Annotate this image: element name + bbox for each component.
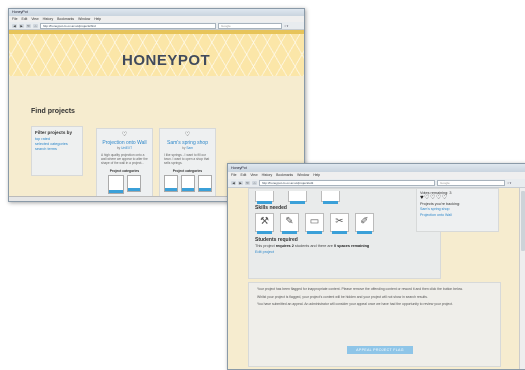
scrollbar-thumb[interactable] [521, 191, 525, 251]
skill-projector-icon[interactable]: ▭ [305, 213, 324, 234]
students-required-count: requires 2 [275, 244, 294, 248]
project-card[interactable]: ♡ Projection onto Wall by UniEXT A high … [96, 128, 153, 197]
students-summary: This project requires 2 students and the… [255, 244, 434, 248]
category-thumbnails [97, 174, 152, 194]
search-input[interactable]: Google [218, 22, 282, 29]
flag-hidden-message: Whilst your project is flagged, your pro… [257, 294, 428, 299]
categories-label: Project categories [109, 168, 140, 173]
back-icon[interactable]: ◀ [12, 23, 17, 28]
category-thumbnail[interactable] [108, 174, 124, 194]
skill-hammer-icon[interactable]: ⚒ [255, 213, 274, 234]
address-bar[interactable]: http://honeypot.cs.ox.ac.uk/project/edit [259, 180, 435, 186]
author-link[interactable]: UniEXT [121, 146, 132, 150]
flag-notice-panel: Your project has been flagged for inappr… [248, 282, 501, 367]
by-label: by [182, 146, 186, 150]
appeal-submitted-message: You have submitted an appeal. An adminis… [257, 302, 453, 307]
menu-bar: File Edit View History Bookmarks Window … [228, 172, 525, 179]
category-thumbnails [160, 174, 215, 192]
menu-edit[interactable]: Edit [21, 16, 27, 22]
page-content: Skills needed ⚒ ✎ ▭ ✂ ✐ Students require… [228, 188, 525, 369]
menu-view[interactable]: View [250, 172, 257, 179]
category-thumbnail[interactable] [197, 174, 212, 192]
home-icon[interactable]: ⌂ [252, 181, 257, 185]
filter-panel: Filter projects by top rated selected ca… [31, 126, 83, 176]
search-input[interactable]: Google [437, 180, 505, 186]
menu-file[interactable]: File [12, 16, 17, 22]
browser-window-project: HoneyPot File Edit View History Bookmark… [227, 163, 525, 370]
spaces-remaining: 0 spaces remaining [333, 244, 370, 248]
navigation-bar: ◀ ▶ ↻ ⌂ http://honeypot.cs.ox.ac.uk/proj… [228, 179, 525, 188]
category-thumbnail[interactable] [163, 174, 178, 192]
category-thumbnail[interactable] [127, 174, 141, 192]
category-thumbnail[interactable] [321, 191, 340, 204]
voting-sidebar: Votes remaining: 3 ♥♡♡♡♡ Projects you're… [416, 188, 499, 232]
category-thumbnail[interactable] [288, 191, 307, 204]
reload-icon[interactable]: ↻ [26, 23, 31, 28]
appeal-flag-button[interactable]: APPEAL PROJECT FLAG [347, 346, 413, 354]
window-title: HoneyPot [9, 9, 304, 16]
forward-icon[interactable]: ▶ [238, 181, 243, 185]
skills-list: ⚒ ✎ ▭ ✂ ✐ [255, 213, 434, 234]
students-text-mid: students and there are [294, 244, 333, 248]
backing-link-projection[interactable]: Projection onto Wall [420, 212, 495, 218]
menu-edit[interactable]: Edit [240, 172, 246, 179]
category-thumbnail[interactable] [255, 191, 274, 204]
bookmark-icon[interactable]: ☆▾ [284, 24, 288, 28]
menu-help[interactable]: Help [94, 16, 101, 22]
skill-paint-icon[interactable]: ✎ [280, 213, 299, 234]
vertical-scrollbar[interactable] [519, 188, 525, 369]
category-thumbnail[interactable] [180, 174, 195, 192]
heart-icon[interactable]: ♡ [97, 132, 152, 139]
heart-icon[interactable]: ♡ [160, 132, 215, 139]
menu-bookmarks[interactable]: Bookmarks [57, 16, 74, 22]
navigation-bar: ◀ ▶ ↻ ⌂ http://honeypot.cs.ox.ac.uk/proj… [9, 22, 304, 30]
filter-link-search-terms[interactable]: search terms [35, 147, 79, 152]
project-description: A high quality projection onto a wall wh… [101, 153, 148, 166]
menu-file[interactable]: File [231, 172, 236, 179]
by-label: by [116, 146, 121, 150]
project-description: I like springs - I want to fill our town… [164, 153, 210, 166]
skill-tools-icon[interactable]: ✂ [330, 213, 349, 234]
address-bar[interactable]: http://honeypot.cs.ox.ac.uk/projects/fin… [40, 22, 216, 29]
skills-heading: Skills needed [255, 205, 287, 211]
page-title: Find projects [31, 108, 75, 115]
students-heading: Students required [255, 237, 298, 243]
vote-hearts-icon: ♥♡♡♡♡ [420, 195, 448, 201]
filter-heading: Filter projects by [35, 130, 73, 135]
menu-window[interactable]: Window [78, 16, 90, 22]
categories-label: Project categories [172, 168, 203, 173]
window-title: HoneyPot [228, 164, 525, 172]
menu-history[interactable]: History [43, 16, 54, 22]
forward-icon[interactable]: ▶ [19, 23, 24, 28]
project-card[interactable]: ♡ Sam's spring shop by Sam I like spring… [159, 128, 216, 197]
menu-window[interactable]: Window [297, 172, 309, 179]
author-link[interactable]: Sam [186, 146, 193, 150]
category-thumbnails [255, 191, 434, 204]
bookmark-icon[interactable]: ☆▾ [507, 181, 511, 185]
home-icon[interactable]: ⌂ [33, 23, 38, 28]
menu-bookmarks[interactable]: Bookmarks [276, 172, 293, 179]
students-text-pre: This project [255, 244, 275, 248]
site-logo[interactable]: HONEYPOT [122, 52, 210, 69]
edit-project-link[interactable]: Edit project [255, 250, 434, 254]
back-icon[interactable]: ◀ [231, 181, 236, 185]
reload-icon[interactable]: ↻ [245, 181, 250, 185]
project-details-panel: Skills needed ⚒ ✎ ▭ ✂ ✐ Students require… [248, 188, 441, 279]
menu-help[interactable]: Help [313, 172, 320, 179]
menu-view[interactable]: View [31, 16, 38, 22]
skill-drawing-icon[interactable]: ✐ [355, 213, 374, 234]
menu-history[interactable]: History [262, 172, 273, 179]
flag-message: Your project has been flagged for inappr… [257, 287, 463, 291]
